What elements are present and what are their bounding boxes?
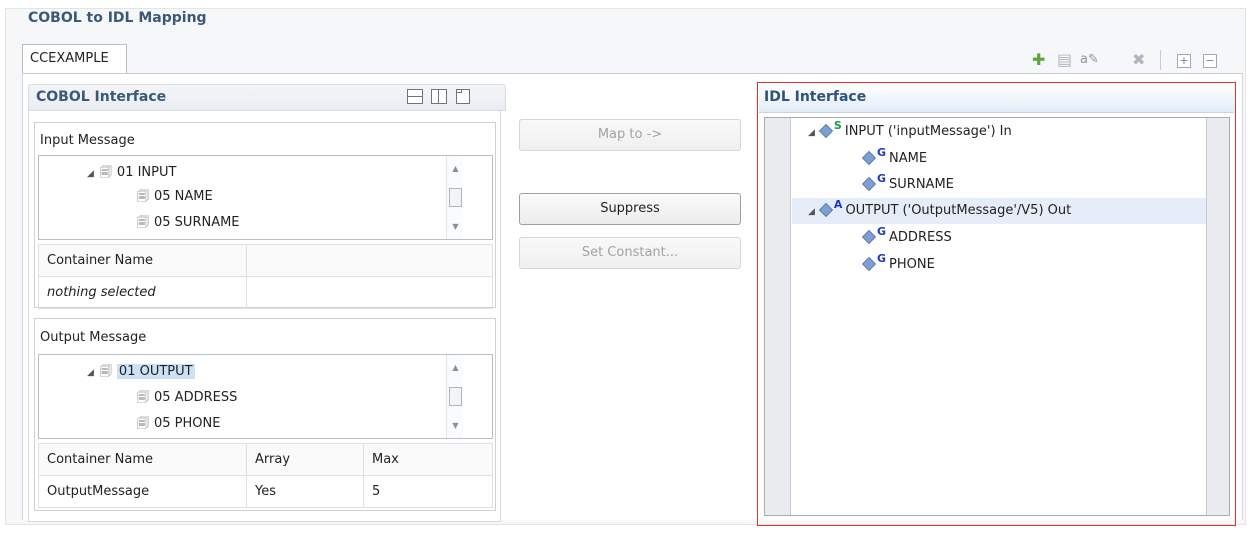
column-header[interactable]: Container Name xyxy=(38,244,247,277)
table-cell: 5 xyxy=(363,475,493,508)
layout-vertical-icon[interactable] xyxy=(431,89,447,104)
expanded-icon[interactable]: ◢ xyxy=(87,368,94,378)
badge-g: G xyxy=(877,172,887,185)
idl-tree-node[interactable]: ◢A OUTPUT ('OutputMessage'/V5) Out xyxy=(808,198,1071,224)
selected-node-label: 01 OUTPUT xyxy=(116,364,195,379)
column-header[interactable]: Array xyxy=(246,443,364,476)
vertical-scrollbar[interactable]: ▲ ▼ xyxy=(446,156,463,239)
layout-horizontal-icon[interactable] xyxy=(407,89,423,104)
expand-all-icon[interactable]: + xyxy=(1177,54,1191,68)
output-message-tree[interactable]: ◢ 🗐 01 OUTPUT 🗐 05 ADDRESS 🗐 05 PHONE ▲ ▼ xyxy=(38,354,493,439)
expanded-icon[interactable]: ◢ xyxy=(87,169,94,179)
tree-node[interactable]: 🗐 05 ADDRESS xyxy=(137,385,237,409)
rename-icon[interactable]: a✎ xyxy=(1080,52,1099,68)
tree-node[interactable]: 🗐 05 PHONE xyxy=(137,411,220,435)
scroll-up-icon[interactable]: ▲ xyxy=(447,363,464,372)
badge-s: S xyxy=(833,119,842,132)
scroll-down-icon[interactable]: ▼ xyxy=(447,421,464,430)
scroll-down-icon[interactable]: ▼ xyxy=(447,222,464,231)
copybook-icon: 🗐 xyxy=(99,165,112,179)
output-container-table: Container Name Array Max OutputMessage Y… xyxy=(38,443,493,508)
scroll-up-icon[interactable]: ▲ xyxy=(447,164,464,173)
idl-tree-node[interactable]: ◢S INPUT ('inputMessage') In xyxy=(808,119,1012,145)
toolbar-separator xyxy=(1160,50,1161,70)
page-title: COBOL to IDL Mapping xyxy=(28,10,207,26)
copybook-icon: 🗐 xyxy=(137,189,149,203)
vertical-scrollbar[interactable]: ▲ ▼ xyxy=(446,355,463,438)
delete-icon[interactable]: ✖ xyxy=(1132,52,1145,68)
scroll-thumb[interactable] xyxy=(449,387,462,406)
cobol-panel-title: COBOL Interface xyxy=(36,89,167,105)
copybook-icon: 🗐 xyxy=(137,390,149,404)
table-row[interactable]: nothing selected xyxy=(38,276,493,309)
copy-icon[interactable]: ▤ xyxy=(1057,52,1072,68)
layout-single-icon[interactable] xyxy=(456,89,470,104)
table-cell: Yes xyxy=(246,475,364,508)
structure-icon xyxy=(818,123,833,138)
input-container-table: Container Name nothing selected xyxy=(38,244,493,309)
add-icon[interactable]: ✚ xyxy=(1032,52,1045,68)
group-icon xyxy=(861,229,877,244)
copybook-icon: 🗐 xyxy=(137,416,149,430)
badge-g: G xyxy=(877,252,887,265)
badge-a: A xyxy=(833,198,843,211)
suppress-button[interactable]: Suppress xyxy=(519,193,741,225)
table-header-row: Container Name xyxy=(38,244,493,277)
table-cell: nothing selected xyxy=(38,276,247,309)
idl-tree-node[interactable]: G NAME xyxy=(861,146,927,172)
set-constant-button[interactable]: Set Constant... xyxy=(519,237,741,269)
map-to-button[interactable]: Map to -> xyxy=(519,119,741,151)
table-cell: OutputMessage xyxy=(38,475,247,508)
column-header[interactable]: Container Name xyxy=(38,443,247,476)
group-icon xyxy=(861,176,877,191)
array-icon xyxy=(818,202,833,217)
tab-ccexample[interactable]: CCEXAMPLE xyxy=(22,44,127,74)
badge-g: G xyxy=(877,225,887,238)
group-icon xyxy=(861,256,877,271)
group-icon xyxy=(861,150,877,165)
badge-g: G xyxy=(877,146,887,159)
expanded-icon[interactable]: ◢ xyxy=(808,128,815,138)
table-header-row: Container Name Array Max xyxy=(38,443,493,476)
copybook-icon: 🗐 xyxy=(137,215,149,229)
highlight-frame xyxy=(757,82,1236,526)
column-header[interactable]: Max xyxy=(363,443,493,476)
tree-node[interactable]: 🗐 05 SURNAME xyxy=(137,210,240,234)
idl-tree-node[interactable]: G ADDRESS xyxy=(861,225,952,251)
input-message-tree[interactable]: ◢ 🗐 01 INPUT 🗐 05 NAME 🗐 05 SURNAME ▲ ▼ xyxy=(38,155,493,240)
scroll-thumb[interactable] xyxy=(449,188,462,207)
table-row[interactable]: OutputMessage Yes 5 xyxy=(38,475,493,508)
column-header[interactable] xyxy=(246,244,493,277)
idl-tree-node[interactable]: G SURNAME xyxy=(861,172,954,198)
tree-node[interactable]: ◢ 🗐 01 INPUT xyxy=(87,160,176,184)
tree-node[interactable]: 🗐 05 NAME xyxy=(137,184,213,208)
copybook-icon: 🗐 xyxy=(99,364,112,378)
idl-tree-node[interactable]: G PHONE xyxy=(861,252,935,278)
expanded-icon[interactable]: ◢ xyxy=(808,207,815,217)
collapse-all-icon[interactable]: − xyxy=(1203,54,1217,68)
tree-node[interactable]: ◢ 🗐 01 OUTPUT xyxy=(87,359,195,383)
input-message-label: Input Message xyxy=(40,133,135,148)
output-message-label: Output Message xyxy=(40,330,147,345)
table-cell xyxy=(246,276,493,309)
